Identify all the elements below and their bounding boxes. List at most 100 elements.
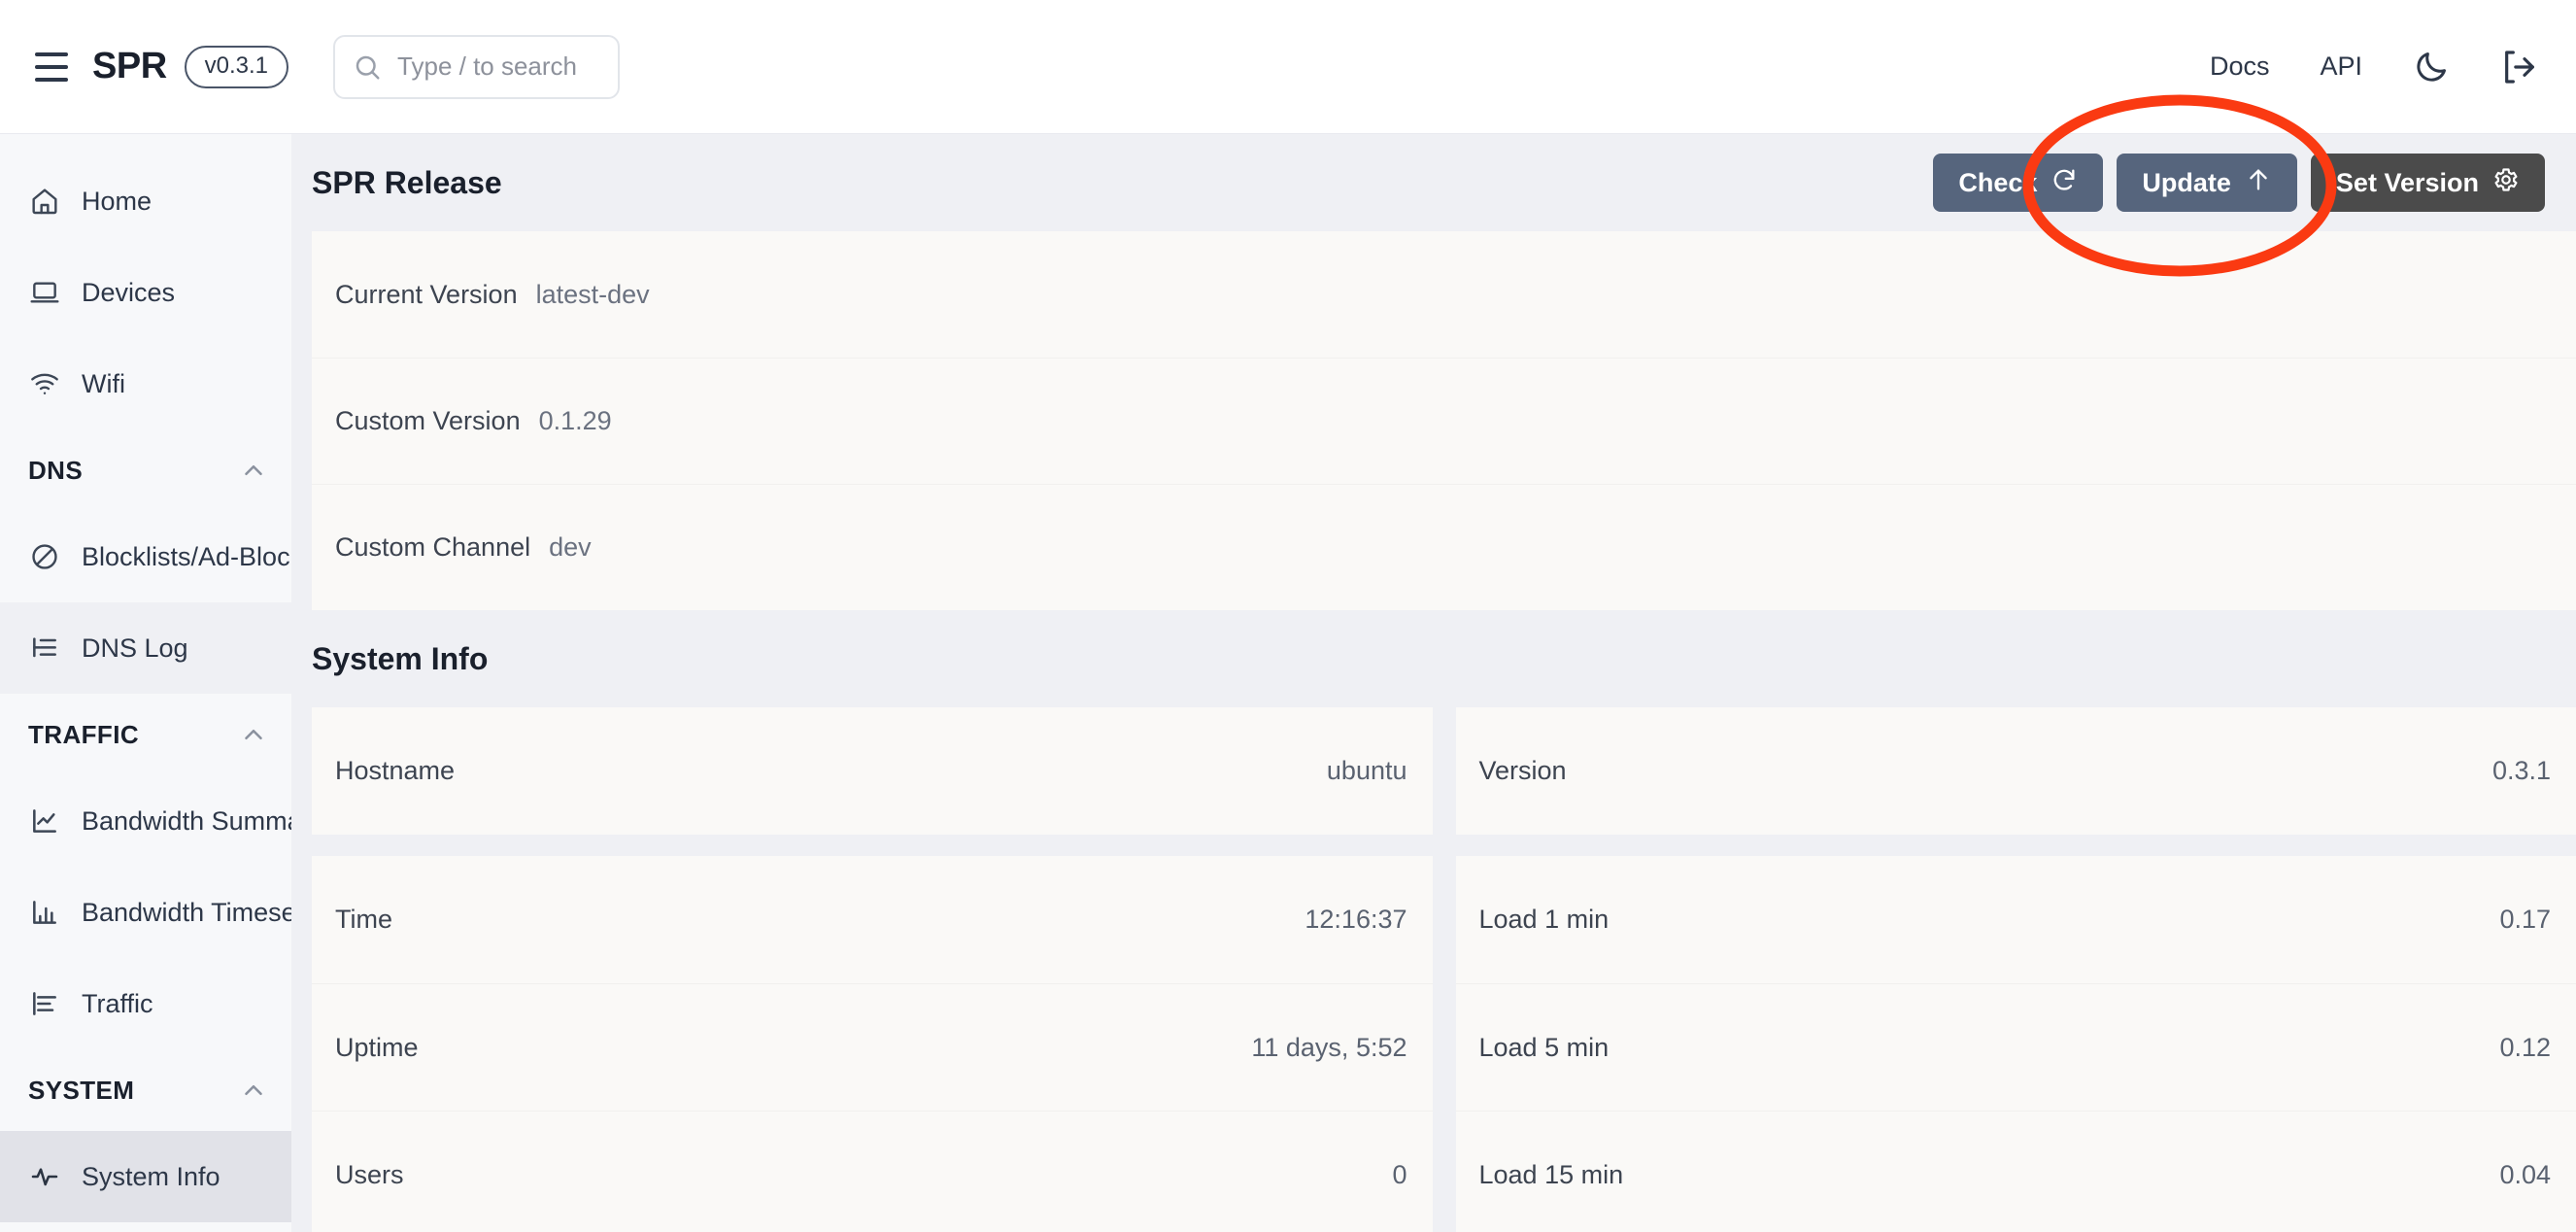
app-version-badge: v0.3.1	[184, 45, 289, 88]
row-label: Custom Channel	[335, 532, 531, 562]
row-value: 0.04	[2499, 1159, 2551, 1189]
ban-icon	[28, 540, 61, 573]
line-chart-icon	[28, 804, 61, 838]
set-version-button-label: Set Version	[2335, 167, 2479, 197]
check-button-label: Check	[1958, 167, 2038, 197]
sidebar-item-label: Devices	[82, 277, 176, 307]
refresh-icon	[2051, 166, 2078, 200]
sidebar-item-devices[interactable]: Devices	[0, 247, 291, 338]
sidebar-item-bandwidth-timeseries[interactable]: Bandwidth Timeseries	[0, 867, 291, 958]
sidebar-item-label: System Info	[82, 1161, 220, 1191]
sidebar: Home Devices Wifi DNS Blocklists/Ad-Bloc…	[0, 134, 291, 1232]
search-input[interactable]: Type / to search	[333, 34, 621, 99]
sidebar-group-system[interactable]: SYSTEM	[0, 1049, 291, 1131]
table-row: Time 12:16:37	[312, 856, 1433, 983]
gear-icon	[2492, 166, 2520, 200]
sidebar-item-label: DNS Log	[82, 633, 188, 663]
row-value: ubuntu	[1326, 756, 1407, 785]
system-info-right-column: Version 0.3.1 Load 1 min 0.17 Load 5 min…	[1455, 707, 2576, 1232]
system-info-left-column: Hostname ubuntu Time 12:16:37 Uptime 11 …	[312, 707, 1433, 1232]
row-label: Load 1 min	[1478, 905, 1610, 934]
logout-icon[interactable]	[2500, 48, 2539, 86]
sidebar-group-label: TRAFFIC	[28, 719, 139, 749]
table-row: Version 0.3.1	[1456, 707, 2576, 835]
sidebar-item-wifi[interactable]: Wifi	[0, 338, 291, 429]
laptop-icon	[28, 276, 61, 309]
row-label: Users	[335, 1159, 404, 1189]
api-link[interactable]: API	[2320, 51, 2362, 82]
top-bar-actions: Docs API	[2210, 48, 2539, 86]
chevron-up-icon	[239, 456, 268, 485]
sidebar-group-label: SYSTEM	[28, 1075, 135, 1105]
row-value: 11 days, 5:52	[1251, 1032, 1407, 1062]
moon-icon[interactable]	[2413, 49, 2450, 86]
release-actions: Check Update Set Version	[1933, 154, 2545, 212]
spr-release-header: SPR Release Check Update Set Version	[291, 134, 2576, 231]
row-value: 0.12	[2499, 1032, 2551, 1062]
row-value: dev	[549, 532, 592, 562]
row-value: 0.3.1	[2491, 756, 2551, 785]
sidebar-item-bandwidth-summary[interactable]: Bandwidth Summary	[0, 775, 291, 867]
arrow-up-icon	[2245, 166, 2272, 200]
update-button-label: Update	[2142, 167, 2231, 197]
sidebar-item-label: Blocklists/Ad-Block	[82, 541, 291, 571]
row-value: 0.17	[2499, 905, 2551, 934]
row-label: Hostname	[335, 756, 456, 785]
sidebar-item-label: Traffic	[82, 988, 153, 1018]
sidebar-item-system-info[interactable]: System Info	[0, 1131, 291, 1222]
spr-release-card: Current Version latest-dev Custom Versio…	[312, 231, 2576, 610]
top-bar: SPR v0.3.1 Type / to search Docs API	[0, 0, 2576, 134]
row-value: latest-dev	[535, 279, 650, 309]
row-value: 0.1.29	[538, 406, 612, 435]
docs-link[interactable]: Docs	[2210, 51, 2270, 82]
sidebar-item-label: Bandwidth Timeseries	[82, 897, 291, 927]
sidebar-item-label: Home	[82, 186, 153, 216]
menu-toggle-icon[interactable]	[27, 43, 76, 91]
table-row: Custom Channel dev	[312, 484, 2576, 610]
system-info-card: Hostname ubuntu	[312, 707, 1433, 835]
table-row: Uptime 11 days, 5:52	[312, 983, 1433, 1111]
set-version-button[interactable]: Set Version	[2310, 154, 2545, 212]
chevron-up-icon	[239, 1076, 268, 1105]
check-button[interactable]: Check	[1933, 154, 2104, 212]
sidebar-group-label: DNS	[28, 455, 84, 485]
body-wrapper: Home Devices Wifi DNS Blocklists/Ad-Bloc…	[0, 134, 2576, 1232]
row-label: Custom Version	[335, 406, 521, 435]
table-row: Custom Version 0.1.29	[312, 358, 2576, 484]
row-value: 0	[1392, 1159, 1407, 1189]
system-info-card: Load 1 min 0.17 Load 5 min 0.12 Load 15 …	[1455, 856, 2576, 1232]
sidebar-item-home[interactable]: Home	[0, 155, 291, 247]
home-icon	[28, 185, 61, 218]
row-label: Uptime	[335, 1032, 419, 1062]
system-info-card: Time 12:16:37 Uptime 11 days, 5:52 Users…	[312, 856, 1433, 1232]
chevron-up-icon	[239, 720, 268, 749]
search-placeholder: Type / to search	[397, 51, 578, 81]
table-row: Load 1 min 0.17	[1456, 856, 2576, 983]
table-row: Load 5 min 0.12	[1455, 983, 2576, 1111]
sidebar-item-label: Bandwidth Summary	[82, 805, 291, 836]
activity-pulse-icon	[28, 1160, 61, 1193]
sidebar-group-dns[interactable]: DNS	[0, 429, 291, 511]
sidebar-item-dns-log[interactable]: DNS Log	[0, 602, 291, 694]
wifi-icon	[28, 367, 61, 400]
sidebar-group-traffic[interactable]: TRAFFIC	[0, 694, 291, 775]
system-info-card: Version 0.3.1	[1455, 707, 2576, 835]
brand-logo: SPR	[92, 46, 167, 86]
row-value: 12:16:37	[1305, 905, 1407, 934]
table-row: Hostname ubuntu	[312, 707, 1433, 835]
system-info-grid: Hostname ubuntu Time 12:16:37 Uptime 11 …	[291, 707, 2576, 1232]
app-root: SPR v0.3.1 Type / to search Docs API Hom…	[0, 0, 2576, 1232]
row-label: Current Version	[335, 279, 518, 309]
page-title: SPR Release	[312, 164, 502, 200]
row-label: Load 5 min	[1478, 1032, 1610, 1062]
sidebar-item-blocklists-ad-block[interactable]: Blocklists/Ad-Block	[0, 511, 291, 602]
sidebar-item-traffic[interactable]: Traffic	[0, 958, 291, 1049]
table-row: Current Version latest-dev	[312, 231, 2576, 358]
row-label: Time	[335, 905, 392, 934]
sidebar-item-label: Wifi	[82, 368, 125, 398]
system-info-title: System Info	[312, 640, 489, 676]
list-tree-icon	[28, 632, 61, 665]
table-row: Users 0	[312, 1111, 1433, 1232]
update-button[interactable]: Update	[2117, 154, 2297, 212]
horizontal-bar-chart-icon	[28, 987, 61, 1020]
